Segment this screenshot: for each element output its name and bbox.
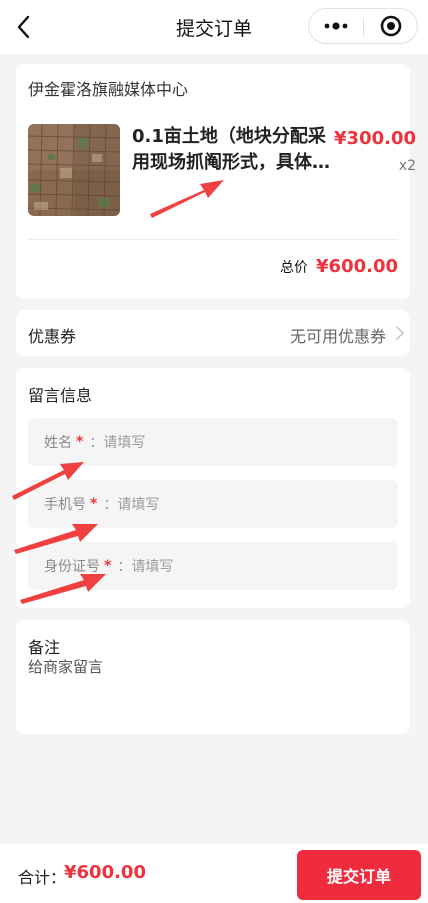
divider: [28, 239, 398, 240]
bottom-bar: 合计： ¥600.00 提交订单: [0, 844, 428, 903]
total-value: ¥600.00: [316, 256, 398, 277]
coupon-label: 优惠券: [28, 327, 77, 346]
message-info-title: 留言信息: [28, 386, 93, 405]
more-dots-icon: [324, 22, 348, 30]
product-price: ¥300.00: [334, 128, 416, 149]
required-mark: *: [90, 496, 98, 512]
name-field-placeholder: ：请填写: [89, 435, 146, 451]
phone-field[interactable]: 手机号 * ：请填写: [28, 480, 398, 528]
submit-order-button[interactable]: 提交订单: [297, 850, 421, 900]
shop-name[interactable]: 伊金霍洛旗融媒体中心: [28, 76, 188, 100]
required-mark: *: [104, 558, 112, 574]
id-card-field-label: 身份证号: [44, 559, 100, 575]
total-label: 总价: [280, 260, 309, 276]
id-card-field[interactable]: 身份证号 * ：请填写: [28, 542, 398, 590]
product-image[interactable]: [28, 124, 120, 216]
note-card: 备注: [16, 620, 410, 734]
total-row: 总价 ¥600.00: [280, 256, 398, 277]
close-mini-program-button[interactable]: [364, 9, 418, 43]
product-quantity: x2: [398, 158, 416, 174]
aerial-farmland-image: [28, 124, 120, 216]
chevron-right-icon: [396, 326, 404, 340]
name-field[interactable]: 姓名 * ：请填写: [28, 418, 398, 466]
sum-label: 合计：: [18, 868, 67, 887]
note-input[interactable]: [28, 656, 398, 726]
note-title: 备注: [28, 638, 61, 657]
target-circle-icon: [380, 15, 402, 37]
coupon-value: 无可用优惠券: [289, 327, 386, 346]
product-title[interactable]: 0.1亩土地（地块分配采用现场抓阄形式，具体…: [132, 124, 342, 176]
id-card-field-placeholder: ：请填写: [117, 559, 174, 575]
name-field-label: 姓名: [44, 435, 72, 451]
sum-value: ¥600.00: [64, 862, 146, 883]
more-button[interactable]: [309, 9, 363, 43]
phone-field-label: 手机号: [44, 497, 86, 513]
required-mark: *: [76, 434, 84, 450]
phone-field-placeholder: ：请填写: [103, 497, 160, 513]
coupon-row[interactable]: 优惠券 无可用优惠券: [16, 310, 410, 356]
message-info-card: 留言信息 姓名 * ：请填写 手机号 * ：请填写 身份证号 * ：请填写: [16, 368, 410, 608]
nav-bar: 提交订单: [0, 0, 428, 54]
mini-program-capsule: [308, 8, 418, 44]
order-item-card: 伊金霍洛旗融媒体中心 0.1亩土地（地块分配采用现场抓阄形式，具体… ¥300.…: [16, 64, 416, 299]
